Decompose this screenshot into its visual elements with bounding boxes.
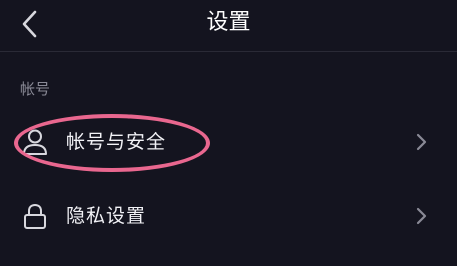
user-icon bbox=[23, 129, 47, 155]
page-title: 设置 bbox=[206, 10, 251, 35]
privacy-settings-item[interactable]: 隐私设置 bbox=[0, 187, 457, 245]
lock-icon bbox=[24, 203, 46, 229]
account-security-item[interactable]: 帐号与安全 bbox=[0, 113, 457, 171]
account-security-label: 帐号与安全 bbox=[66, 131, 167, 153]
chevron-right-icon bbox=[416, 207, 427, 225]
section-label-account: 帐号 bbox=[20, 80, 51, 98]
header: 设置 bbox=[0, 0, 457, 52]
chevron-right-icon bbox=[416, 133, 427, 151]
privacy-settings-label: 隐私设置 bbox=[66, 205, 147, 227]
settings-screen: 设置 帐号 帐号与安全 隐私设置 bbox=[0, 0, 457, 266]
